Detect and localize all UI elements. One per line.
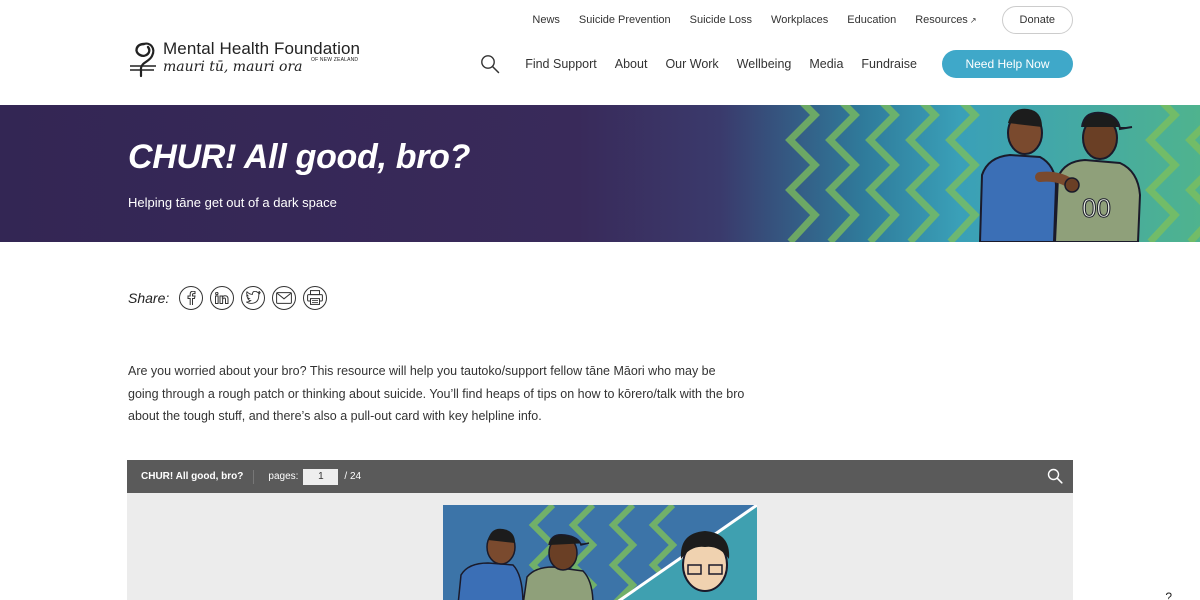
nav-suicide-loss-link[interactable]: Suicide Loss xyxy=(690,14,752,26)
site-logo[interactable]: Mental Health Foundation mauri tū, mauri… xyxy=(128,38,368,80)
external-link-icon: ↗ xyxy=(969,16,977,25)
logo-subtitle: mauri tū, mauri ora xyxy=(163,59,303,75)
nav-our-work-link[interactable]: Our Work xyxy=(665,57,718,71)
search-icon xyxy=(481,55,500,74)
main-nav: Find Support About Our Work Wellbeing Me… xyxy=(479,50,1073,78)
nav-find-support-link[interactable]: Find Support xyxy=(525,57,597,71)
logo-koru-icon xyxy=(130,42,156,78)
page-title: CHUR! All good, bro? xyxy=(128,138,471,176)
nav-resources-link[interactable]: Resources ↗ xyxy=(915,14,976,26)
hero-illustration: 00 xyxy=(785,105,1200,242)
document-viewer: CHUR! All good, bro? pages: / 24 xyxy=(127,460,1073,600)
nav-education-link[interactable]: Education xyxy=(847,14,896,26)
utility-nav: News Suicide Prevention Suicide Loss Wor… xyxy=(513,6,1073,34)
search-button[interactable] xyxy=(479,53,501,75)
nav-news-link[interactable]: News xyxy=(532,14,560,26)
print-icon[interactable] xyxy=(303,285,328,310)
logo-country: OF NEW ZEALAND xyxy=(311,57,359,63)
logo-title: Mental Health Foundation xyxy=(163,39,361,58)
viewer-title: CHUR! All good, bro? xyxy=(141,471,244,482)
viewer-pages-label: pages: xyxy=(268,471,299,482)
nav-workplaces-link[interactable]: Workplaces xyxy=(771,14,828,26)
viewer-total-pages: / 24 xyxy=(344,471,362,482)
nav-fundraise-link[interactable]: Fundraise xyxy=(861,57,917,71)
svg-text:00: 00 xyxy=(1082,193,1111,223)
nav-suicide-prevention-link[interactable]: Suicide Prevention xyxy=(579,14,671,26)
nav-resources-label: Resources xyxy=(915,14,968,26)
donate-button[interactable]: Donate xyxy=(1001,6,1073,34)
help-corner-text[interactable]: ? xyxy=(1165,590,1172,600)
email-icon[interactable] xyxy=(272,285,297,310)
twitter-icon[interactable] xyxy=(241,285,266,310)
page-subtitle: Helping tāne get out of a dark space xyxy=(128,195,337,210)
nav-about-link[interactable]: About xyxy=(615,57,648,71)
facebook-icon[interactable] xyxy=(179,285,204,310)
viewer-search-icon[interactable] xyxy=(1047,468,1063,484)
share-label: Share: xyxy=(128,289,170,306)
intro-paragraph: Are you worried about your bro? This res… xyxy=(128,364,745,423)
need-help-now-button[interactable]: Need Help Now xyxy=(942,50,1073,78)
linkedin-icon[interactable] xyxy=(210,285,235,310)
page-cover-illustration xyxy=(443,505,757,600)
hero-banner: 00 CHUR! All good, bro? Helping tāne get… xyxy=(0,105,1200,242)
viewer-divider xyxy=(253,469,255,484)
nav-wellbeing-link[interactable]: Wellbeing xyxy=(737,57,792,71)
page-number-input[interactable] xyxy=(303,468,339,485)
share-bar: Share: xyxy=(128,285,334,310)
site-header: News Suicide Prevention Suicide Loss Wor… xyxy=(0,0,1200,105)
viewer-toolbar: CHUR! All good, bro? pages: / 24 xyxy=(127,460,1073,493)
document-page-preview[interactable] xyxy=(443,505,757,600)
nav-media-link[interactable]: Media xyxy=(809,57,843,71)
